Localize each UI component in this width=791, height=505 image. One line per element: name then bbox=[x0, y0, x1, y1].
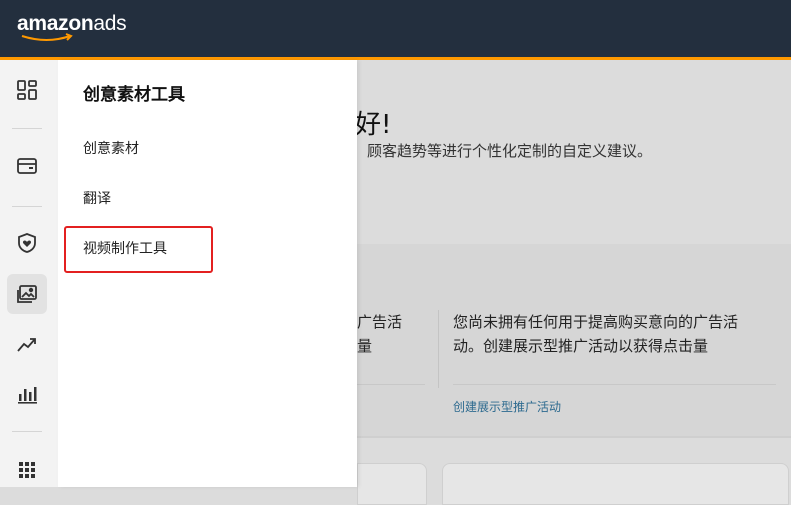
trend-chart-icon[interactable] bbox=[7, 324, 47, 364]
campaign-wallet-icon[interactable] bbox=[7, 146, 47, 186]
bottom-card-1 bbox=[357, 463, 427, 505]
logo-suffix: ads bbox=[93, 12, 127, 35]
main-content: 好! 顾客趋势等进行个性化定制的自定义建议。 广告活 量 您尚未拥有任何用于提高… bbox=[355, 60, 791, 505]
card-separator bbox=[438, 310, 439, 388]
card1-line1: 广告活 bbox=[357, 313, 403, 331]
logo-brand: amazon bbox=[17, 12, 94, 35]
rail-divider bbox=[12, 128, 42, 129]
bar-chart-icon[interactable] bbox=[7, 374, 47, 414]
menu-item-creative-assets[interactable]: 创意素材 bbox=[83, 138, 139, 158]
rail-divider bbox=[12, 206, 42, 207]
left-nav-rail bbox=[0, 60, 59, 487]
dashboard-icon[interactable] bbox=[7, 70, 47, 110]
brand-shield-icon[interactable] bbox=[7, 223, 47, 263]
greeting-heading: 好! bbox=[355, 110, 392, 140]
greeting-subtitle: 顾客趋势等进行个性化定制的自定义建议。 bbox=[367, 142, 653, 160]
highlight-box bbox=[64, 226, 213, 273]
create-display-campaign-link[interactable]: 创建展示型推广活动 bbox=[453, 398, 561, 415]
card2-line2: 动。创建展示型推广活动以获得点击量 bbox=[453, 337, 709, 355]
card1-line2: 量 bbox=[357, 337, 373, 355]
card2-line1: 您尚未拥有任何用于提高购买意向的广告活 bbox=[453, 313, 739, 331]
rail-divider bbox=[12, 431, 42, 432]
apps-grid-icon[interactable] bbox=[7, 450, 47, 490]
flyout-title: 创意素材工具 bbox=[83, 85, 185, 105]
menu-item-translation[interactable]: 翻译 bbox=[83, 188, 111, 208]
recommendation-card-2-text: 您尚未拥有任何用于提高购买意向的广告活 动。创建展示型推广活动以获得点击量 bbox=[453, 310, 738, 358]
band-bottom-border bbox=[357, 436, 791, 438]
card1-divider bbox=[357, 384, 425, 385]
creative-tools-flyout: 创意素材工具 创意素材 翻译 视频制作工具 bbox=[58, 60, 357, 487]
creative-image-icon[interactable] bbox=[7, 274, 47, 314]
logo-smile-icon bbox=[21, 33, 73, 41]
recommendation-card-1-text: 广告活 量 bbox=[357, 310, 402, 358]
bottom-card-2 bbox=[442, 463, 789, 505]
card2-divider bbox=[453, 384, 776, 385]
